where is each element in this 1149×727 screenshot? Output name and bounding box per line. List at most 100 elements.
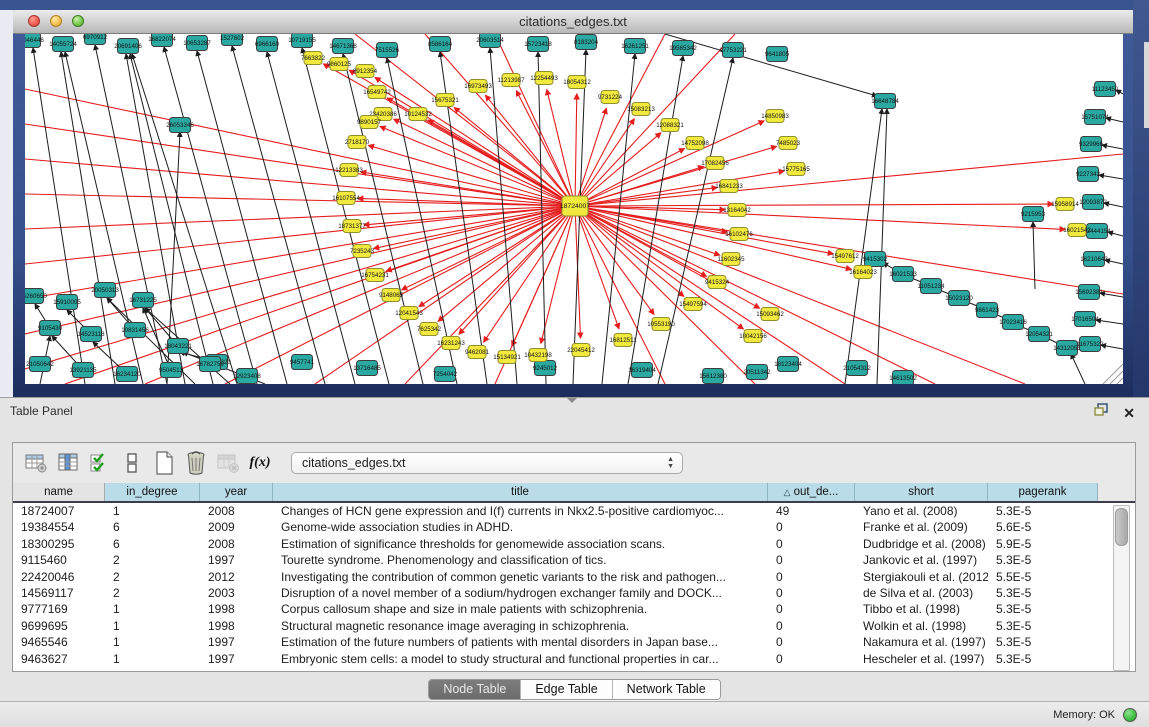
table-type-tabs: Node TableEdge TableNetwork Table — [0, 679, 1149, 700]
graph-node-label: 1527602 — [220, 35, 245, 42]
scrollbar-thumb[interactable] — [1115, 508, 1128, 546]
graph-node-label: 20603514 — [476, 37, 504, 44]
graph-node-label: 15723418 — [524, 41, 552, 48]
window-zoom-button[interactable] — [72, 15, 84, 27]
graph-node-label: 20050313 — [91, 287, 119, 294]
graph-node-label: 7625342 — [417, 326, 442, 333]
graph-node-label: 20691406 — [114, 43, 142, 50]
table-cell: 1998 — [200, 601, 273, 617]
table-row[interactable]: 1872400712008Changes of HCN gene express… — [13, 503, 1135, 519]
table-row[interactable]: 1830029562008Estimation of significance … — [13, 536, 1135, 552]
tab-network-table[interactable]: Network Table — [613, 680, 720, 699]
graph-node-label: 9415302 — [863, 256, 888, 263]
column-header-out_de[interactable]: △out_de... — [768, 483, 855, 501]
column-header-title[interactable]: title — [273, 483, 768, 501]
table-cell: 1997 — [200, 651, 273, 667]
graph-node-label: 11675322 — [1076, 341, 1104, 348]
table-cell: 5.3E-5 — [988, 634, 1098, 650]
table-row[interactable]: 969969511998Structural magnetic resonanc… — [13, 618, 1135, 634]
graph-edge — [25, 124, 575, 206]
table-source-select[interactable]: citations_edges.txt ▲▼ — [291, 452, 683, 474]
table-row[interactable]: 946362711997Embryonic stem cells: a mode… — [13, 651, 1135, 667]
table-cell: 1 — [105, 503, 200, 519]
tab-edge-table[interactable]: Edge Table — [521, 680, 612, 699]
table-row[interactable]: 946554611997Estimation of the future num… — [13, 634, 1135, 650]
graph-node-label: 18123404 — [774, 361, 802, 368]
row-mode-icon[interactable] — [117, 449, 147, 477]
table-cell: Yano et al. (2008) — [855, 503, 988, 519]
column-header-in_degree[interactable]: in_degree — [105, 483, 200, 501]
table-cell: 2 — [105, 569, 200, 585]
table-cell: Disruption of a novel member of a sodium… — [273, 585, 768, 601]
graph-edge — [1071, 354, 1085, 384]
float-panel-icon[interactable] — [1094, 403, 1109, 422]
graph-node-label: 25260650 — [25, 293, 47, 300]
column-visibility-icon[interactable] — [53, 449, 83, 477]
graph-node-label: 13164042 — [723, 207, 751, 214]
graph-node-label: 13046446 — [25, 37, 44, 44]
graph-node-label: 7663822 — [301, 55, 326, 62]
table-cell: 1 — [105, 601, 200, 617]
column-header-short[interactable]: short — [855, 483, 988, 501]
table-settings-icon[interactable] — [21, 449, 51, 477]
graph-node-label: 10124532 — [404, 111, 432, 118]
delete-table-icon-disabled — [213, 449, 243, 477]
close-panel-icon[interactable]: ✕ — [1123, 406, 1135, 420]
table-cell: 2008 — [200, 536, 273, 552]
table-row[interactable]: 1938455462009Genome-wide association stu… — [13, 519, 1135, 535]
table-toolbar: f(x) citations_edges.txt ▲▼ — [13, 443, 1135, 483]
graph-edge — [1101, 345, 1123, 349]
table-row[interactable]: 2242004622012Investigating the contribut… — [13, 569, 1135, 585]
graph-node-label: 16731225 — [129, 297, 157, 304]
table-row[interactable]: 911546021997Tourette syndrome. Phenomeno… — [13, 552, 1135, 568]
table-cell: Hescheler et al. (1997) — [855, 651, 988, 667]
column-header-name[interactable]: name — [13, 483, 105, 501]
tab-node-table[interactable]: Node Table — [429, 680, 521, 699]
table-cell: 5.3E-5 — [988, 552, 1098, 568]
graph-node-label: 15910005 — [53, 299, 81, 306]
window-titlebar[interactable]: citations_edges.txt — [13, 10, 1133, 34]
graph-edge — [143, 308, 171, 370]
new-column-icon[interactable] — [149, 449, 179, 477]
table-cell: Embryonic stem cells: a model to study s… — [273, 651, 768, 667]
table-cell: 18300295 — [13, 536, 105, 552]
table-row[interactable]: 977716911998Corpus callosum shape and si… — [13, 601, 1135, 617]
column-header-pagerank[interactable]: pagerank — [988, 483, 1098, 501]
view-resize-grip[interactable] — [1110, 371, 1123, 384]
window-close-button[interactable] — [28, 15, 40, 27]
table-cell: 5.9E-5 — [988, 536, 1098, 552]
graph-node-label: 13716485 — [353, 365, 381, 372]
table-vertical-scrollbar[interactable] — [1113, 505, 1130, 671]
graph-node-label: 12213383 — [335, 167, 363, 174]
graph-node-label: 7485023 — [776, 140, 801, 147]
status-bar: Memory: OK — [0, 701, 1149, 727]
network-canvas[interactable]: 1304644614055724697091220691406168220741… — [25, 34, 1123, 384]
network-view-window: citations_edges.txt 13046446140557246970… — [13, 10, 1133, 397]
node-table: f(x) citations_edges.txt ▲▼ namein_degre… — [12, 442, 1136, 672]
graph-node-label: 17082456 — [701, 160, 729, 167]
graph-node-label: 12041543 — [395, 310, 423, 317]
delete-column-icon[interactable] — [181, 449, 211, 477]
graph-edge — [575, 94, 577, 206]
function-builder-icon[interactable]: f(x) — [245, 449, 275, 477]
background-window-left — [0, 10, 13, 397]
column-header-year[interactable]: year — [200, 483, 273, 501]
table-cell: 1 — [105, 634, 200, 650]
graph-node-label: 16102476 — [725, 231, 753, 238]
window-minimize-button[interactable] — [50, 15, 62, 27]
graph-edge — [438, 206, 575, 321]
table-cell: 5.6E-5 — [988, 519, 1098, 535]
graph-edge — [1099, 175, 1123, 179]
select-checklist-icon[interactable] — [85, 449, 115, 477]
graph-node-label: 15497612 — [831, 253, 859, 260]
graph-edge — [1096, 320, 1123, 324]
table-row[interactable]: 1456911722003Disruption of a novel membe… — [13, 585, 1135, 601]
graph-node-label: 18731377 — [338, 223, 366, 230]
graph-node-label: 14671368 — [329, 43, 357, 50]
network-graph: 1304644614055724697091220691406168220741… — [25, 34, 1123, 384]
table-cell: 1998 — [200, 618, 273, 634]
view-resize-grip[interactable] — [1117, 378, 1123, 384]
graph-edge — [132, 54, 237, 384]
graph-node-label: 9215953 — [1021, 211, 1046, 218]
table-cell: 5.5E-5 — [988, 569, 1098, 585]
